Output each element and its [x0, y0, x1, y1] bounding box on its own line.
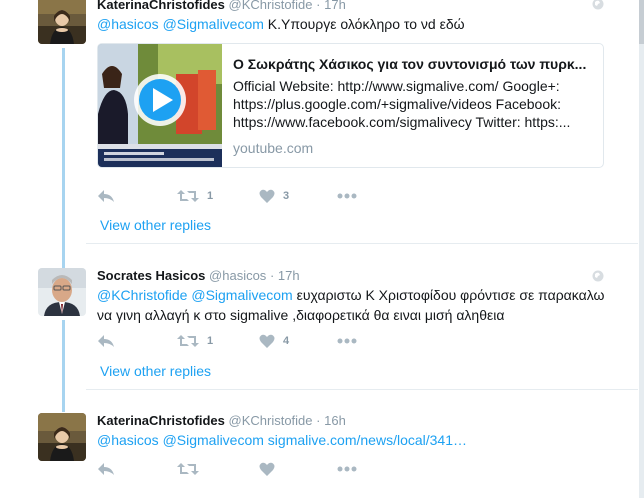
more-icon [337, 193, 357, 199]
tweet-header: Socrates Hasicos @hasicos · 17h [97, 268, 300, 284]
like-count: 4 [283, 335, 290, 347]
like-button[interactable]: 3 [259, 187, 289, 205]
reply-button[interactable] [97, 460, 115, 478]
divider [86, 389, 638, 390]
retweet-count: 1 [207, 190, 214, 202]
mention-link[interactable]: @hasicos @Sigmalivecom [97, 432, 264, 448]
display-name[interactable]: KaterinaChristofides [97, 0, 225, 12]
like-button[interactable]: 4 [259, 332, 289, 350]
reply-button[interactable] [97, 187, 115, 205]
tweet[interactable]: KaterinaChristofides @KChristofide · 17h… [0, 0, 638, 246]
tweet-text: @KChristofide @Sigmalivecom ευχαριστω Κ … [97, 285, 607, 325]
display-name[interactable]: Socrates Hasicos [97, 268, 205, 283]
retweet-icon [177, 190, 199, 202]
scrollbar[interactable] [639, 0, 644, 498]
tweet[interactable]: Socrates Hasicos @hasicos · 17h @KChrist… [0, 268, 638, 388]
retweet-button[interactable]: 1 [177, 332, 213, 350]
card-body: Ο Σωκράτης Χάσικος για τον συντονισμό τω… [233, 54, 595, 157]
avatar[interactable] [38, 413, 86, 461]
more-icon [337, 466, 357, 472]
heart-icon [259, 334, 275, 348]
divider [86, 243, 638, 244]
globe-icon [592, 0, 604, 10]
tweet-header: KaterinaChristofides @KChristofide · 17h [97, 0, 346, 13]
tweet[interactable]: KaterinaChristofides @KChristofide · 16h… [0, 413, 638, 498]
url-link[interactable]: sigmalive.com/news/local/341… [264, 432, 467, 448]
separator-dot: · [316, 413, 321, 428]
separator-dot: · [316, 0, 321, 12]
globe-icon [592, 270, 604, 282]
tweet-body: Κ.Υπουργε ολόκληρο το νd εδώ [263, 16, 465, 32]
retweet-icon [177, 335, 199, 347]
retweet-icon [177, 463, 199, 475]
card-description: Official Website: http://www.sigmalive.c… [233, 78, 571, 130]
retweet-button[interactable] [177, 460, 199, 478]
timestamp[interactable]: 16h [324, 413, 346, 428]
timestamp[interactable]: 17h [278, 268, 300, 283]
video-thumbnail[interactable] [98, 44, 222, 167]
scrollbar-thumb[interactable] [639, 0, 644, 44]
link-card[interactable]: Ο Σωκράτης Χάσικος για τον συντονισμό τω… [97, 43, 604, 168]
timestamp[interactable]: 17h [324, 0, 346, 12]
reply-button[interactable] [97, 332, 115, 350]
like-button[interactable] [259, 460, 275, 478]
tweet-header: KaterinaChristofides @KChristofide · 16h [97, 413, 346, 429]
avatar[interactable] [38, 0, 86, 44]
avatar[interactable] [38, 268, 86, 316]
more-button[interactable] [337, 332, 357, 350]
reply-icon [98, 335, 114, 347]
more-icon [337, 338, 357, 344]
mention-link[interactable]: @KChristofide @Sigmalivecom [97, 287, 293, 303]
card-title[interactable]: Ο Σωκράτης Χάσικος για τον συντονισμό τω… [233, 54, 595, 74]
tweet-text: @hasicos @Sigmalivecom Κ.Υπουργε ολόκληρ… [97, 14, 607, 34]
tweet-text: @hasicos @Sigmalivecom sigmalive.com/new… [97, 430, 607, 450]
display-name[interactable]: KaterinaChristofides [97, 413, 225, 428]
reply-icon [98, 190, 114, 202]
like-count: 3 [283, 190, 290, 202]
separator-dot: · [269, 268, 275, 283]
card-domain: youtube.com [233, 140, 314, 156]
more-button[interactable] [337, 460, 357, 478]
heart-icon [259, 189, 275, 203]
more-button[interactable] [337, 187, 357, 205]
handle[interactable]: @KChristofide [229, 413, 313, 428]
retweet-count: 1 [207, 335, 214, 347]
handle[interactable]: @hasicos [209, 268, 266, 283]
handle[interactable]: @KChristofide [229, 0, 313, 12]
retweet-button[interactable]: 1 [177, 187, 213, 205]
mention-link[interactable]: @hasicos @Sigmalivecom [97, 16, 264, 32]
heart-icon [259, 462, 275, 476]
view-other-replies-link[interactable]: View other replies [100, 216, 211, 234]
view-other-replies-link[interactable]: View other replies [100, 362, 211, 380]
reply-icon [98, 463, 114, 475]
